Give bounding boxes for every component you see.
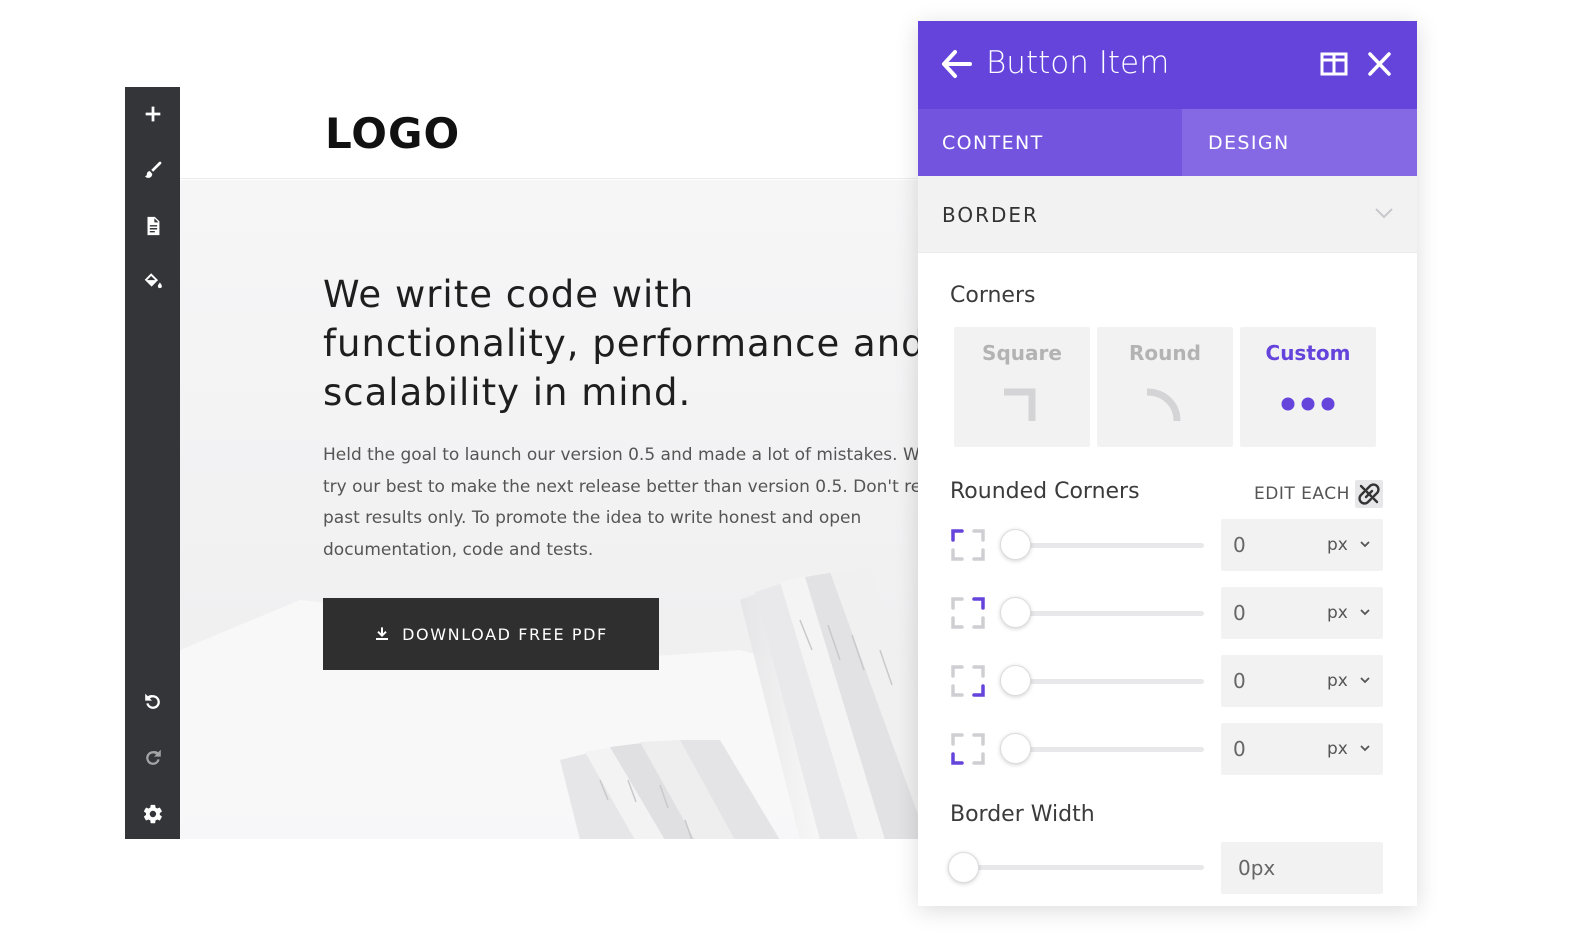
rounded-corners-label: Rounded Corners bbox=[950, 479, 1140, 504]
custom-option-label: Custom bbox=[1265, 341, 1351, 365]
style-button[interactable] bbox=[125, 150, 180, 190]
top-left-radius-row: 0 px bbox=[918, 519, 1417, 571]
columns-icon bbox=[1320, 52, 1348, 76]
top-left-radius-value: 0 bbox=[1233, 533, 1246, 557]
border-section-title: BORDER bbox=[942, 203, 1039, 227]
panel-tabs: CONTENT DESIGN bbox=[918, 109, 1417, 176]
top-right-corner-icon bbox=[951, 597, 985, 629]
undo-button[interactable] bbox=[125, 682, 180, 722]
chevron-down-icon bbox=[1360, 677, 1370, 684]
chevron-down-icon bbox=[1360, 745, 1370, 752]
tab-design[interactable]: DESIGN bbox=[1182, 109, 1417, 176]
site-logo[interactable]: LOGO bbox=[325, 109, 460, 158]
bottom-right-radius-value: 0 bbox=[1233, 669, 1246, 693]
top-left-radius-unit[interactable]: px bbox=[1327, 535, 1348, 555]
top-left-radius-slider-handle[interactable] bbox=[1000, 529, 1031, 560]
bottom-right-radius-input[interactable]: 0 px bbox=[1221, 655, 1383, 707]
top-right-radius-unit[interactable]: px bbox=[1327, 603, 1348, 623]
close-button[interactable] bbox=[1367, 51, 1392, 77]
download-pdf-label: DOWNLOAD FREE PDF bbox=[402, 624, 608, 644]
top-right-radius-slider-handle[interactable] bbox=[1000, 597, 1031, 628]
bottom-left-radius-row: 0 px bbox=[918, 723, 1417, 775]
more-dots-icon bbox=[1281, 397, 1335, 411]
corner-option-custom[interactable]: Custom bbox=[1240, 327, 1376, 447]
bottom-left-radius-value: 0 bbox=[1233, 737, 1246, 761]
add-element-button[interactable] bbox=[125, 94, 180, 134]
chevron-down-icon bbox=[1360, 609, 1370, 616]
panel-title: Button Item bbox=[986, 45, 1170, 81]
paint-bucket-icon bbox=[144, 273, 162, 289]
unlink-corners-button[interactable] bbox=[1355, 480, 1383, 508]
bottom-left-radius-input[interactable]: 0 px bbox=[1221, 723, 1383, 775]
bottom-left-radius-unit[interactable]: px bbox=[1327, 739, 1348, 759]
pages-button[interactable] bbox=[125, 206, 180, 246]
layout-toggle-button[interactable] bbox=[1320, 51, 1348, 77]
undo-icon bbox=[144, 693, 160, 709]
border-section-toggle[interactable]: BORDER bbox=[918, 176, 1417, 253]
unlink-icon bbox=[1358, 483, 1380, 505]
corner-option-square[interactable]: Square bbox=[954, 327, 1090, 447]
gear-icon bbox=[143, 804, 162, 824]
top-right-radius-slider[interactable] bbox=[1008, 611, 1204, 616]
border-width-slider[interactable] bbox=[958, 865, 1204, 870]
document-icon bbox=[147, 216, 159, 236]
round-corner-icon bbox=[1146, 388, 1181, 422]
download-pdf-button[interactable]: DOWNLOAD FREE PDF bbox=[323, 598, 659, 670]
edit-each-label[interactable]: EDIT EACH bbox=[1254, 484, 1350, 504]
brush-icon bbox=[144, 161, 161, 178]
back-button[interactable] bbox=[940, 47, 972, 81]
settings-button[interactable] bbox=[125, 794, 180, 834]
colors-button[interactable] bbox=[125, 262, 180, 302]
settings-panel: Button Item CONTENT DESIGN BORDER Corner… bbox=[918, 21, 1417, 906]
round-option-label: Round bbox=[1129, 341, 1201, 365]
builder-toolbar bbox=[125, 87, 180, 839]
redo-button[interactable] bbox=[125, 738, 180, 778]
bottom-left-corner-icon bbox=[951, 733, 985, 765]
chevron-down-icon bbox=[1375, 208, 1393, 219]
chevron-down-icon bbox=[1360, 541, 1370, 548]
border-width-value: 0px bbox=[1238, 856, 1276, 880]
hero-paragraph: Held the goal to launch our version 0.5 … bbox=[323, 445, 920, 560]
site-header: LOGO bbox=[180, 87, 920, 179]
corner-option-round[interactable]: Round bbox=[1097, 327, 1233, 447]
top-right-radius-row: 0 px bbox=[918, 587, 1417, 639]
bottom-right-radius-slider-handle[interactable] bbox=[1000, 665, 1031, 696]
square-corner-icon bbox=[1004, 388, 1036, 421]
close-icon bbox=[1368, 52, 1391, 76]
bottom-right-radius-unit[interactable]: px bbox=[1327, 671, 1348, 691]
border-width-slider-handle[interactable] bbox=[948, 852, 979, 883]
border-width-input[interactable]: 0px bbox=[1221, 842, 1383, 894]
bottom-left-radius-slider-handle[interactable] bbox=[1000, 733, 1031, 764]
bottom-right-radius-row: 0 px bbox=[918, 655, 1417, 707]
download-icon bbox=[376, 627, 389, 640]
top-left-corner-icon bbox=[951, 529, 985, 561]
hero-heading: We write code with functionality, perfor… bbox=[323, 273, 920, 414]
bottom-right-corner-icon bbox=[951, 665, 985, 697]
border-width-label: Border Width bbox=[950, 802, 1095, 827]
bottom-left-radius-slider[interactable] bbox=[1008, 747, 1204, 752]
tab-content[interactable]: CONTENT bbox=[918, 109, 1182, 176]
top-right-radius-value: 0 bbox=[1233, 601, 1246, 625]
top-left-radius-input[interactable]: 0 px bbox=[1221, 519, 1383, 571]
plus-icon bbox=[145, 106, 160, 122]
panel-header: Button Item bbox=[918, 21, 1417, 109]
redo-icon bbox=[145, 749, 161, 765]
bottom-right-radius-slider[interactable] bbox=[1008, 679, 1204, 684]
arrow-left-icon bbox=[942, 50, 972, 78]
top-right-radius-input[interactable]: 0 px bbox=[1221, 587, 1383, 639]
square-option-label: Square bbox=[982, 341, 1062, 365]
corners-label: Corners bbox=[950, 283, 1036, 308]
hero-section: We write code with functionality, perfor… bbox=[180, 180, 920, 839]
top-left-radius-slider[interactable] bbox=[1008, 543, 1204, 548]
page-canvas: LOGO We write code with functionality, p… bbox=[180, 87, 920, 839]
